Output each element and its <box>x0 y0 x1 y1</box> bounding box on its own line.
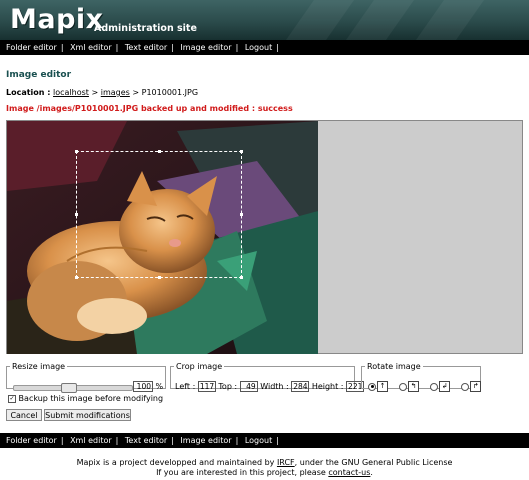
resize-unit: % <box>155 382 164 391</box>
rotate-left-icon: ↰ <box>408 381 420 392</box>
rotate-0-radio[interactable] <box>368 382 376 391</box>
nav-text-editor[interactable]: Text editor <box>125 43 167 52</box>
crop-handle[interactable] <box>240 276 243 279</box>
resize-percent-input[interactable]: 100 <box>133 381 153 392</box>
nav-folder-editor[interactable]: Folder editor <box>6 43 57 52</box>
rotate-180-radio[interactable] <box>430 382 439 391</box>
nav-image-editor[interactable]: Image editor <box>180 43 231 52</box>
backup-option: ✓ Backup this image before modifying <box>8 394 163 403</box>
header-decoration <box>415 0 485 40</box>
footer-text: Mapix is a project developped and mainta… <box>76 458 277 467</box>
site-header: Mapix Administration site <box>0 0 529 40</box>
breadcrumb-current-file: P1010001.JPG <box>141 88 199 97</box>
footer-text: , under the GNU General Public License <box>294 458 453 467</box>
crop-width-label: Width : <box>260 382 289 391</box>
site-subtitle: Administration site <box>94 23 197 34</box>
site-logo: Mapix <box>10 4 104 35</box>
nav-logout[interactable]: Logout <box>245 43 272 52</box>
footer-ircf-link[interactable]: IRCF <box>277 458 295 467</box>
header-decoration <box>285 0 355 40</box>
rotate-right-radio[interactable] <box>461 382 470 391</box>
backup-label: Backup this image before modifying <box>18 394 164 403</box>
bottom-navbar: Folder editor | Xml editor | Text editor | … <box>0 433 529 448</box>
breadcrumb-separator: > <box>91 88 99 97</box>
rotate-up-icon: ↑ <box>377 381 388 392</box>
breadcrumb-localhost[interactable]: localhost <box>53 88 89 97</box>
crop-handle[interactable] <box>75 150 78 153</box>
rotate-panel: Rotate image ↑ ↰ ↲ ↱ <box>361 362 482 392</box>
breadcrumb-images[interactable]: images <box>101 88 130 97</box>
rotate-180-icon: ↲ <box>439 381 451 392</box>
header-decoration <box>345 0 415 40</box>
crop-handle[interactable] <box>75 213 78 216</box>
crop-handle[interactable] <box>240 150 243 153</box>
page-title: Image editor <box>6 70 72 80</box>
crop-left-label: Left : <box>175 382 196 391</box>
nav-xml-editor[interactable]: Xml editor <box>70 43 112 52</box>
footer-contact-link[interactable]: contact-us <box>328 468 370 477</box>
cancel-button[interactable]: Cancel <box>6 409 42 421</box>
crop-legend: Crop image <box>176 362 223 371</box>
nav-text-editor[interactable]: Text editor <box>125 436 167 445</box>
resize-panel: Resize image 100 % <box>6 362 166 393</box>
edited-image <box>7 121 318 354</box>
crop-handle[interactable] <box>240 213 243 216</box>
breadcrumb: Location : localhost > images > P1010001… <box>6 88 198 97</box>
crop-panel: Crop image Left : 117 Top : 49 Width : 2… <box>170 362 365 392</box>
footer-text: If you are interested in this project, p… <box>156 468 329 477</box>
location-label: Location : <box>6 88 51 97</box>
crop-handle[interactable] <box>158 276 161 279</box>
image-canvas[interactable] <box>6 120 523 354</box>
resize-slider[interactable] <box>13 383 133 393</box>
rotate-legend: Rotate image <box>367 362 421 371</box>
crop-handle[interactable] <box>75 276 78 279</box>
crop-handle[interactable] <box>158 150 161 153</box>
crop-width-input[interactable]: 284 <box>291 381 310 392</box>
submit-button[interactable]: Submit modifications <box>44 409 131 421</box>
resize-legend: Resize image <box>12 362 66 371</box>
backup-checkbox[interactable]: ✓ <box>8 394 16 403</box>
nav-logout[interactable]: Logout <box>245 436 272 445</box>
rotate-left-radio[interactable] <box>399 382 408 391</box>
nav-folder-editor[interactable]: Folder editor <box>6 436 57 445</box>
rotate-right-icon: ↱ <box>470 381 482 392</box>
top-navbar: Folder editor | Xml editor | Text editor | … <box>0 40 529 55</box>
crop-left-input[interactable]: 117 <box>197 381 216 392</box>
crop-top-input[interactable]: 49 <box>239 381 258 392</box>
crop-height-label: Height : <box>311 382 344 391</box>
breadcrumb-separator: > <box>132 88 140 97</box>
status-message: Image /images/P1010001.JPG backed up and… <box>6 104 293 113</box>
footer-text: . <box>370 468 373 477</box>
crop-top-label: Top : <box>218 382 238 391</box>
page-footer: Mapix is a project developped and mainta… <box>0 458 529 478</box>
nav-image-editor[interactable]: Image editor <box>180 436 231 445</box>
nav-xml-editor[interactable]: Xml editor <box>70 436 112 445</box>
resize-slider-thumb[interactable] <box>61 383 77 393</box>
crop-selection[interactable] <box>75 150 243 279</box>
